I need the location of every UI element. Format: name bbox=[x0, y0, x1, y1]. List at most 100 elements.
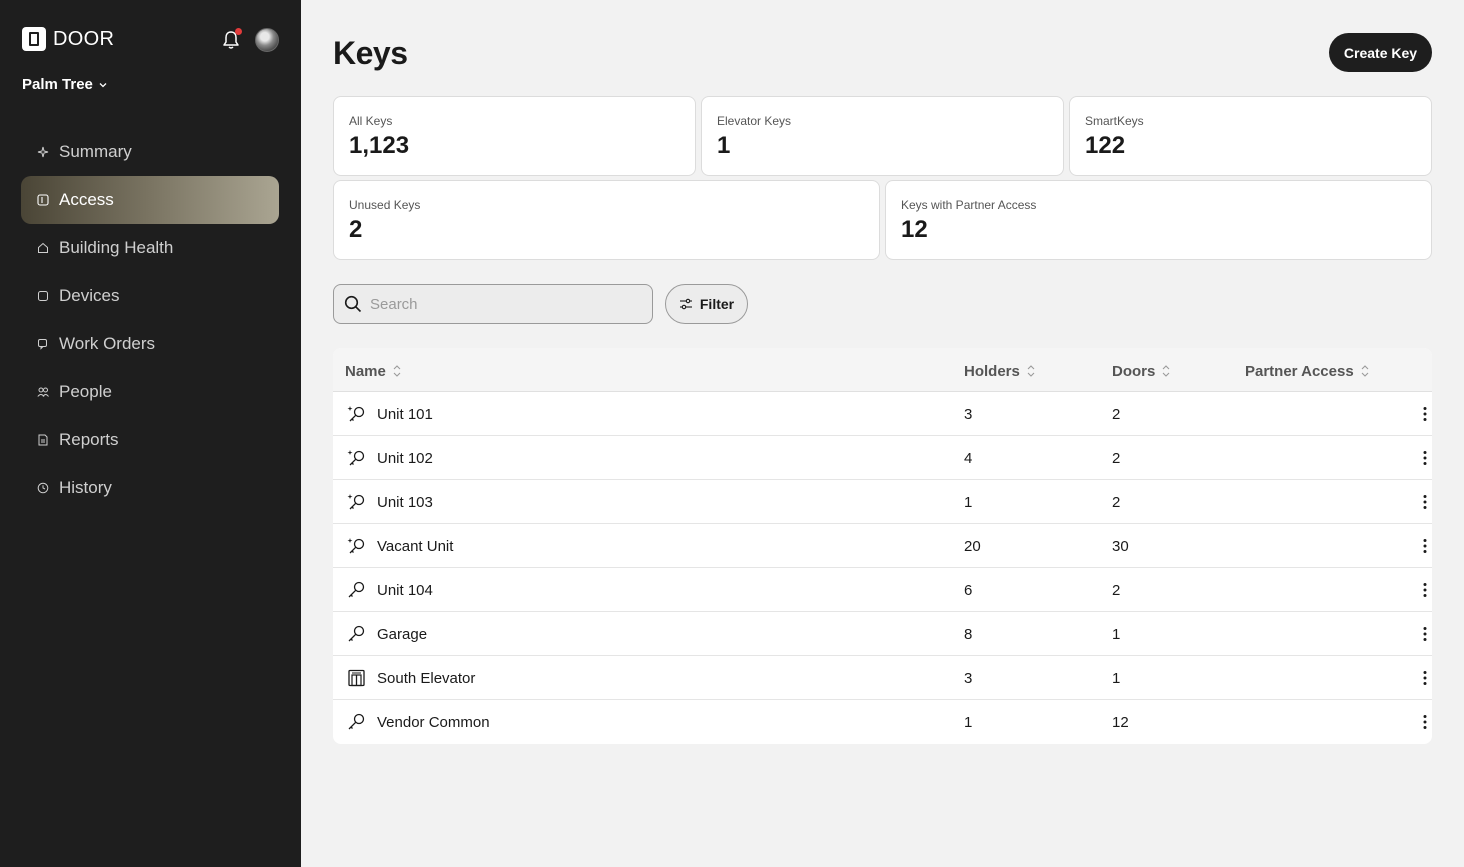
doors-count: 1 bbox=[1112, 626, 1121, 643]
doors-count: 12 bbox=[1112, 714, 1129, 731]
more-options-icon[interactable] bbox=[1417, 713, 1432, 731]
elevator-icon bbox=[348, 669, 365, 687]
holders-count: 4 bbox=[964, 450, 973, 467]
sidebar-item-people[interactable]: People bbox=[21, 368, 279, 416]
stat-card-partner-access: Keys with Partner Access 12 bbox=[885, 180, 1432, 260]
key-name: Unit 102 bbox=[377, 450, 433, 467]
key-name: South Elevator bbox=[377, 670, 476, 687]
keys-table: Name Holders Doors Partner Access Unit 1… bbox=[333, 348, 1432, 744]
holders-count: 20 bbox=[964, 538, 981, 555]
more-options-icon[interactable] bbox=[1417, 625, 1432, 643]
stat-value: 1,123 bbox=[349, 132, 410, 159]
key-name: Vendor Common bbox=[377, 714, 490, 731]
more-options-icon[interactable] bbox=[1417, 581, 1432, 599]
smart-key-icon bbox=[347, 538, 365, 554]
holders-count: 3 bbox=[964, 670, 973, 687]
table-header: Name Holders Doors Partner Access bbox=[333, 348, 1432, 392]
stat-value: 12 bbox=[901, 216, 928, 243]
table-row[interactable]: Unit 101 3 2 bbox=[333, 392, 1432, 436]
table-row[interactable]: Garage 8 1 bbox=[333, 612, 1432, 656]
sidebar-item-summary[interactable]: Summary bbox=[21, 128, 279, 176]
doors-count: 2 bbox=[1112, 406, 1121, 423]
sidebar-item-work-orders[interactable]: Work Orders bbox=[21, 320, 279, 368]
smart-key-icon bbox=[347, 494, 365, 510]
access-icon bbox=[37, 194, 49, 206]
sidebar-item-access[interactable]: Access bbox=[21, 176, 279, 224]
page-title: Keys bbox=[333, 35, 408, 71]
stat-card-smart-keys: SmartKeys 122 bbox=[1069, 96, 1432, 176]
holders-count: 1 bbox=[964, 714, 973, 731]
key-icon bbox=[348, 581, 365, 598]
stat-value: 2 bbox=[349, 216, 363, 243]
house-heart-icon bbox=[38, 242, 48, 253]
stat-card-unused-keys: Unused Keys 2 bbox=[333, 180, 880, 260]
column-header-partner-access[interactable]: Partner Access bbox=[1245, 362, 1370, 380]
sparkle-icon bbox=[37, 146, 49, 158]
table-row[interactable]: Vendor Common 1 12 bbox=[333, 700, 1432, 744]
column-label: Name bbox=[345, 362, 386, 380]
filter-button[interactable]: Filter bbox=[665, 284, 748, 324]
sort-icon bbox=[1027, 365, 1035, 377]
clock-icon bbox=[37, 482, 49, 494]
table-row[interactable]: South Elevator 3 1 bbox=[333, 656, 1432, 700]
sidebar-item-devices[interactable]: Devices bbox=[21, 272, 279, 320]
stat-label: Keys with Partner Access bbox=[901, 198, 1037, 212]
main-content: Keys Create Key All Keys 1,123 Elevator … bbox=[301, 0, 1464, 867]
doors-count: 2 bbox=[1112, 450, 1121, 467]
sidebar-item-reports[interactable]: Reports bbox=[21, 416, 279, 464]
property-selector[interactable]: Palm Tree bbox=[22, 76, 107, 93]
smart-key-icon bbox=[347, 406, 365, 422]
work-order-icon bbox=[38, 339, 47, 350]
stat-label: Unused Keys bbox=[349, 198, 421, 212]
stat-card-all-keys: All Keys 1,123 bbox=[333, 96, 696, 176]
holders-count: 6 bbox=[964, 582, 973, 599]
holders-count: 3 bbox=[964, 406, 973, 423]
table-row[interactable]: Unit 103 1 2 bbox=[333, 480, 1432, 524]
more-options-icon[interactable] bbox=[1417, 669, 1432, 687]
brand-logo[interactable]: DOOR bbox=[22, 27, 114, 51]
more-options-icon[interactable] bbox=[1417, 405, 1432, 423]
search-box[interactable] bbox=[333, 284, 653, 324]
key-name: Unit 104 bbox=[377, 582, 433, 599]
sidebar-nav: Summary Access Building Health Devices W… bbox=[21, 128, 279, 512]
sidebar-item-label: People bbox=[59, 382, 112, 401]
sidebar-item-history[interactable]: History bbox=[21, 464, 279, 512]
more-options-icon[interactable] bbox=[1417, 449, 1432, 467]
column-label: Doors bbox=[1112, 362, 1156, 380]
key-name: Vacant Unit bbox=[377, 538, 454, 555]
sort-icon bbox=[1361, 365, 1369, 377]
search-input[interactable] bbox=[370, 295, 630, 313]
stat-value: 1 bbox=[717, 132, 731, 159]
stat-card-elevator-keys: Elevator Keys 1 bbox=[701, 96, 1064, 176]
stat-label: Elevator Keys bbox=[717, 114, 792, 128]
column-header-name[interactable]: Name bbox=[345, 362, 402, 380]
sidebar-item-label: Devices bbox=[59, 286, 120, 305]
chevron-down-icon bbox=[99, 82, 107, 87]
table-row[interactable]: Vacant Unit 20 30 bbox=[333, 524, 1432, 568]
more-options-icon[interactable] bbox=[1417, 537, 1432, 555]
holders-count: 1 bbox=[964, 494, 973, 511]
column-header-holders[interactable]: Holders bbox=[964, 362, 1036, 380]
sidebar: DOOR Palm Tree Summary Access Building H… bbox=[0, 0, 301, 867]
more-options-icon[interactable] bbox=[1417, 493, 1432, 511]
sidebar-item-label: Building Health bbox=[59, 238, 174, 257]
sidebar-item-label: Access bbox=[59, 190, 114, 209]
table-row[interactable]: Unit 102 4 2 bbox=[333, 436, 1432, 480]
device-icon bbox=[38, 291, 48, 301]
sidebar-item-label: Reports bbox=[59, 430, 119, 449]
column-label: Holders bbox=[964, 362, 1020, 380]
column-header-doors[interactable]: Doors bbox=[1112, 362, 1171, 380]
stat-label: SmartKeys bbox=[1085, 114, 1144, 128]
doors-count: 2 bbox=[1112, 494, 1121, 511]
smart-key-icon bbox=[347, 450, 365, 466]
table-row[interactable]: Unit 104 6 2 bbox=[333, 568, 1432, 612]
column-label: Partner Access bbox=[1245, 362, 1354, 380]
sidebar-item-building-health[interactable]: Building Health bbox=[21, 224, 279, 272]
brand-name: DOOR bbox=[53, 27, 115, 50]
door-logo-icon bbox=[22, 27, 46, 51]
search-icon bbox=[344, 295, 362, 313]
sort-icon bbox=[1162, 365, 1170, 377]
avatar[interactable] bbox=[255, 28, 279, 52]
create-key-button[interactable]: Create Key bbox=[1329, 33, 1432, 72]
sliders-icon bbox=[679, 298, 692, 310]
